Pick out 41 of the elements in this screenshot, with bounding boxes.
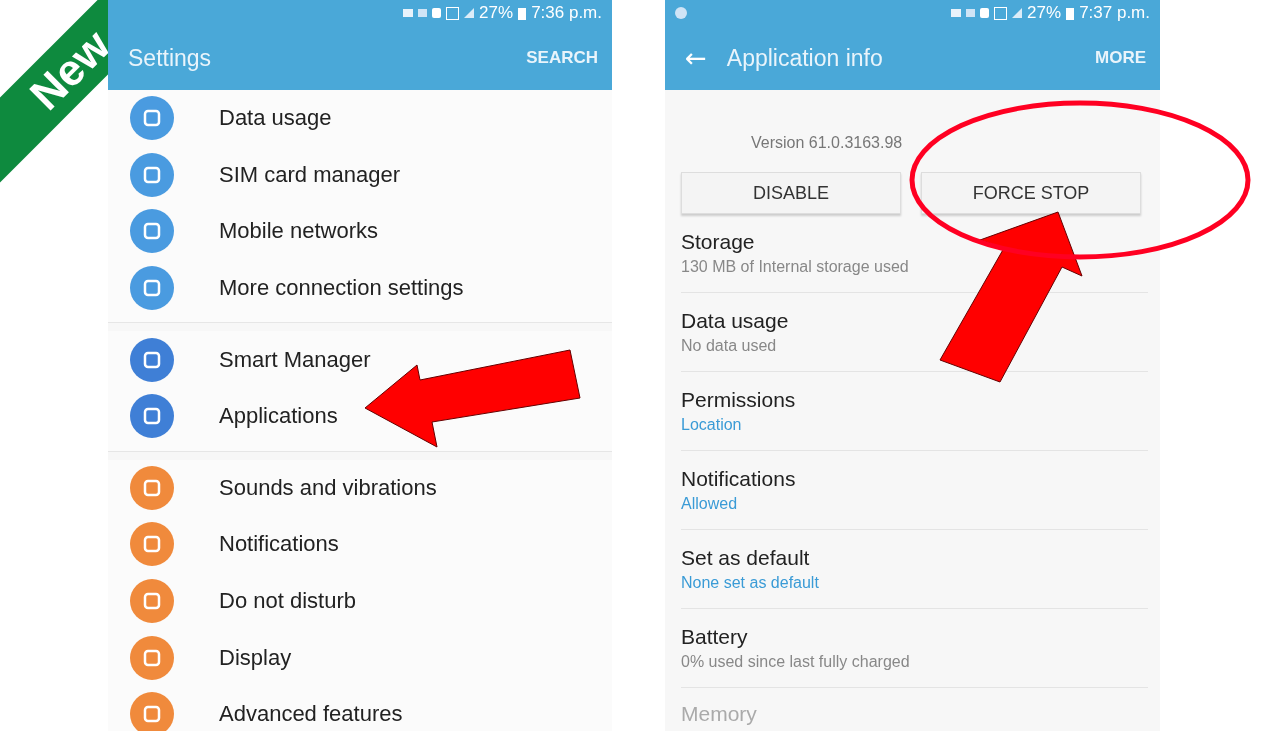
- signal-icon: [1012, 8, 1023, 18]
- item-subtitle: Location: [681, 416, 743, 434]
- battery-icon: [518, 6, 527, 20]
- settings-item[interactable]: Applications: [108, 387, 612, 445]
- battery-icon: [1066, 6, 1075, 20]
- action-button[interactable]: DISABLE: [681, 172, 901, 214]
- settings-item[interactable]: Smart Manager: [108, 331, 612, 388]
- screen-title: Settings: [128, 44, 213, 72]
- settings-item[interactable]: Display: [108, 629, 612, 686]
- item-subtitle: 130 MB of Internal storage used: [681, 258, 910, 276]
- settings-item[interactable]: More connection settings: [108, 259, 612, 317]
- settings-item[interactable]: Notifications: [108, 516, 612, 573]
- item-title: Set as default: [681, 546, 811, 570]
- version-text: Version 61.0.3163.98: [751, 134, 904, 152]
- screen-title: Application info: [726, 44, 884, 72]
- signal-icon: [464, 8, 475, 18]
- settings-item[interactable]: SIM card manager: [108, 146, 612, 204]
- info-item[interactable]: Battery 0% used since last fully charged: [681, 609, 1148, 688]
- item-subtitle: Allowed: [681, 495, 739, 513]
- item-title: Storage: [681, 230, 756, 254]
- settings-item[interactable]: Do not disturb: [108, 572, 612, 630]
- settings-item[interactable]: Mobile networks: [108, 203, 612, 260]
- settings-item[interactable]: Sounds and vibrations: [108, 459, 612, 517]
- item-subtitle: 0% used since last fully charged: [681, 653, 911, 671]
- item-title: Memory: [681, 702, 758, 726]
- settings-item[interactable]: Data usage: [108, 90, 612, 147]
- battery-percent: 27%: [479, 3, 514, 23]
- settings-item[interactable]: Advanced features: [108, 685, 612, 731]
- item-title: Notifications: [681, 467, 797, 491]
- status-time: 7:36 p.m.: [531, 3, 602, 23]
- item-title: Data usage: [681, 309, 790, 333]
- notification-icon: [675, 7, 687, 19]
- item-subtitle: None set as default: [681, 574, 820, 592]
- status-time: 7:37 p.m.: [1079, 3, 1150, 23]
- action-button[interactable]: FORCE STOP: [921, 172, 1141, 214]
- info-item[interactable]: Notifications Allowed: [681, 451, 1148, 530]
- item-subtitle: No data used: [681, 337, 778, 355]
- item-title: Permissions: [681, 388, 797, 412]
- info-item[interactable]: Set as default None set as default: [681, 530, 1148, 609]
- item-title: Battery: [681, 625, 749, 649]
- battery-percent: 27%: [1027, 3, 1062, 23]
